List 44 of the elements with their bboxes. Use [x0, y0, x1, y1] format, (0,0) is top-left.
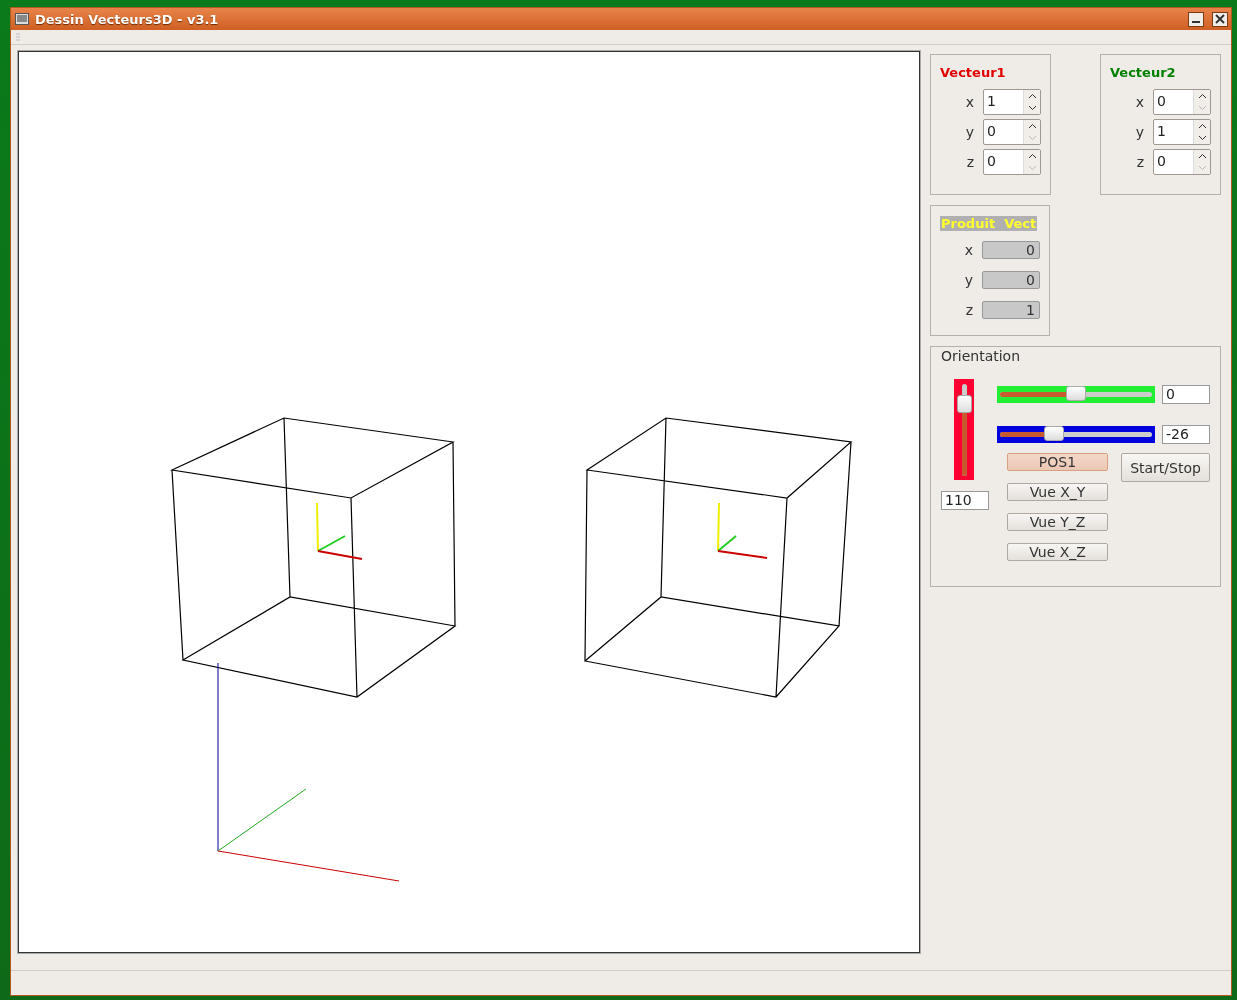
minimize-button[interactable] [1188, 11, 1204, 27]
close-icon [1215, 14, 1225, 24]
group-title: Vecteur2 [1110, 65, 1176, 80]
minimize-icon [1192, 21, 1200, 23]
group-title: Orientation [941, 348, 1021, 364]
start-stop-button[interactable]: Start/Stop [1121, 453, 1210, 482]
horizontal-slider[interactable] [997, 425, 1155, 443]
field-label: x [964, 242, 973, 258]
horizontal-slider[interactable] [997, 385, 1155, 403]
field-label: x [1135, 94, 1144, 110]
spin-box[interactable]: 0 [983, 149, 1041, 175]
axes-drawing [316, 502, 363, 560]
field-label: z [965, 302, 973, 318]
readonly-field: 1 [982, 301, 1040, 319]
view-button[interactable]: Vue Y_Z [1007, 513, 1108, 531]
axes-drawing [717, 502, 768, 559]
group-title: Produit Vect [940, 216, 1038, 231]
field-label: y [965, 124, 974, 140]
value-field[interactable]: -26 [1162, 424, 1210, 444]
window-icon [15, 13, 29, 25]
field-label: z [1136, 154, 1144, 170]
window-title: Dessin Vecteurs3D - v3.1 [35, 11, 219, 27]
spin-box[interactable]: 0 [1153, 149, 1211, 175]
vertical-slider[interactable] [954, 379, 974, 480]
field-label: z [966, 154, 974, 170]
field-label: x [965, 94, 974, 110]
slider-handle[interactable] [1065, 385, 1086, 401]
field-label: y [964, 272, 973, 288]
slider-handle[interactable] [1044, 425, 1065, 441]
field-label: y [1135, 124, 1144, 140]
view-button[interactable]: POS1 [1007, 453, 1108, 471]
spin-box[interactable]: 1 [1153, 119, 1211, 145]
slider-handle[interactable] [956, 395, 972, 414]
readonly-field: 0 [982, 271, 1040, 289]
close-button[interactable] [1212, 11, 1228, 27]
readonly-field: 0 [982, 241, 1040, 259]
spin-box[interactable]: 0 [983, 119, 1041, 145]
value-field[interactable]: 0 [1162, 384, 1210, 404]
group-title: Vecteur1 [940, 65, 1006, 80]
spin-box[interactable]: 0 [1153, 89, 1211, 115]
view-button[interactable]: Vue X_Y [1007, 483, 1108, 501]
spin-box[interactable]: 1 [983, 89, 1041, 115]
value-field[interactable]: 110 [941, 491, 989, 510]
view-button[interactable]: Vue X_Z [1007, 543, 1108, 561]
